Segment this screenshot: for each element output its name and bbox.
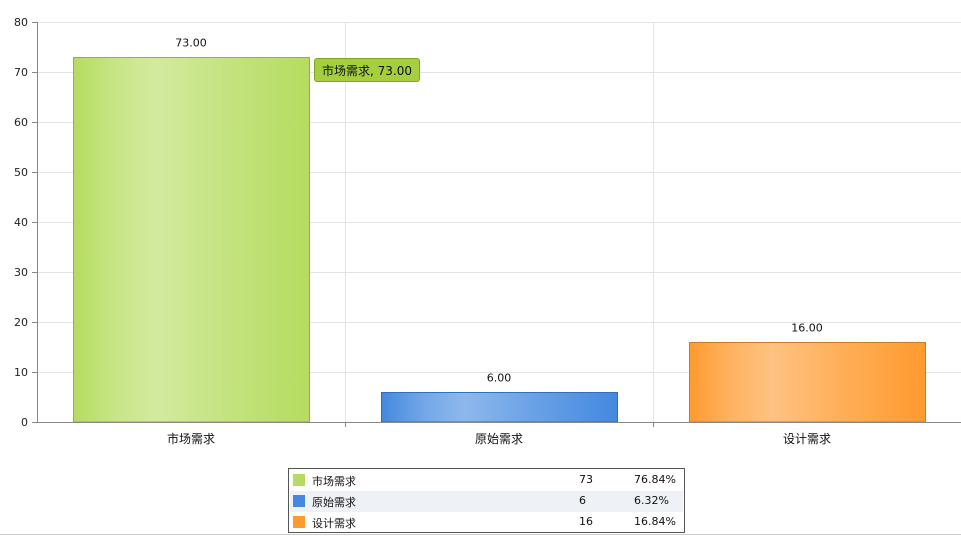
legend-swatch-design: [293, 516, 305, 528]
legend-name-market: 市场需求: [312, 475, 356, 488]
y-tick-label: 70: [14, 66, 28, 79]
legend-value-market: 73: [579, 473, 593, 486]
y-tick-label: 10: [14, 366, 28, 379]
y-tick-label: 30: [14, 266, 28, 279]
bar-data-label: 73.00: [175, 37, 207, 50]
bottom-divider: [0, 534, 961, 535]
legend-row-design[interactable]: 设计需求 16 16.84%: [290, 512, 683, 533]
bar-2: [689, 342, 926, 423]
x-category-label: 市场需求: [167, 431, 215, 446]
legend-table: 市场需求 73 76.84% 原始需求 6 6.32% 设计需求 16 16.8…: [288, 468, 685, 533]
legend-swatch-market: [293, 474, 305, 486]
y-tick-label: 50: [14, 166, 28, 179]
legend-name-design: 设计需求: [312, 517, 356, 530]
legend-percent-original: 6.32%: [634, 494, 669, 507]
y-tick-label: 80: [14, 16, 28, 29]
bar-data-label: 6.00: [487, 372, 512, 385]
bar-0: [73, 57, 310, 423]
legend-swatch-original: [293, 495, 305, 507]
bar-tooltip: 市场需求, 73.00: [314, 58, 420, 82]
bar-1: [381, 392, 618, 423]
y-tick-label: 40: [14, 216, 28, 229]
legend-row-market[interactable]: 市场需求 73 76.84%: [290, 470, 683, 491]
x-category-label: 设计需求: [783, 432, 831, 446]
y-tick-label: 60: [14, 116, 28, 129]
legend-percent-market: 76.84%: [634, 473, 676, 486]
legend-value-design: 16: [579, 515, 593, 528]
legend-percent-design: 16.84%: [634, 515, 676, 528]
x-category-label: 原始需求: [475, 432, 523, 446]
legend-name-original: 原始需求: [312, 496, 356, 509]
y-tick-label: 20: [14, 316, 28, 329]
bar-chart: 0 10 20 30 40 50 60 70 80 73.00 市场需求 6.00 原始需求 16.00 设…: [14, 16, 961, 446]
legend-row-original[interactable]: 原始需求 6 6.32%: [290, 491, 683, 512]
bar-data-label: 16.00: [791, 322, 823, 335]
legend-value-original: 6: [579, 494, 586, 507]
y-tick-label: 0: [21, 416, 28, 429]
